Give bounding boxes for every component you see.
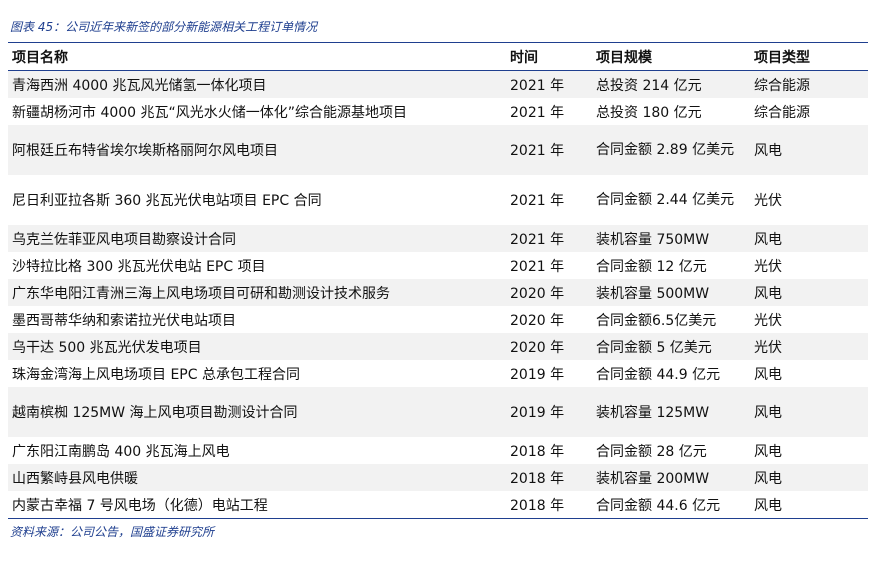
- cell-scale: 装机容量 125MW: [592, 387, 750, 437]
- cell-project-name: 越南槟椥 125MW 海上风电项目勘测设计合同: [8, 387, 506, 437]
- table-row: 新疆胡杨河市 4000 兆瓦“风光水火储一体化”综合能源基地项目 2021 年 …: [8, 98, 868, 125]
- cell-project-name: 新疆胡杨河市 4000 兆瓦“风光水火储一体化”综合能源基地项目: [12, 104, 408, 121]
- table-row: 阿根廷丘布特省埃尔埃斯格丽阿尔风电项目 2021 年 合同金额 2.89 亿美元…: [8, 125, 868, 175]
- source-note: 资料来源：公司公告，国盛证券研究所: [10, 525, 215, 539]
- cell-time: 2021 年: [510, 104, 565, 121]
- orders-table: 项目名称 时间 项目规模 项目类型 青海西洲 4000 兆瓦风光储氢一体化项目 …: [8, 43, 868, 518]
- table-row: 山西繁峙县风电供暖 2018 年 装机容量 200MW 风电: [8, 464, 868, 491]
- cell-type: 风电: [754, 366, 782, 383]
- table-row: 乌干达 500 兆瓦光伏发电项目 2020 年 合同金额 5 亿美元 光伏: [8, 333, 868, 360]
- cell-time: 2018 年: [510, 443, 565, 460]
- table-row: 广东阳江南鹏岛 400 兆瓦海上风电 2018 年 合同金额 28 亿元 风电: [8, 437, 868, 464]
- header-project-scale: 项目规模: [592, 43, 750, 71]
- cell-time: 2020 年: [506, 279, 592, 306]
- cell-scale: 合同金额 2.89 亿美元: [592, 125, 750, 175]
- cell-project-name: 乌克兰佐菲亚风电项目勘察设计合同: [8, 225, 506, 252]
- cell-scale: 装机容量 500MW: [592, 279, 750, 306]
- cell-type: 风电: [750, 464, 868, 491]
- cell-scale: 装机容量 200MW: [592, 464, 750, 491]
- table-bottom-rule: [8, 518, 868, 519]
- cell-project-name: 乌干达 500 兆瓦光伏发电项目: [8, 333, 506, 360]
- cell-scale: 合同金额 2.44 亿美元: [596, 192, 735, 208]
- cell-time: 2020 年: [506, 333, 592, 360]
- cell-project-name: 沙特拉比格 300 兆瓦光伏电站 EPC 项目: [12, 258, 266, 275]
- cell-scale: 合同金额 44.9 亿元: [596, 366, 721, 383]
- cell-project-name: 广东阳江南鹏岛 400 兆瓦海上风电: [12, 443, 230, 460]
- cell-scale: 合同金额 28 亿元: [596, 443, 707, 460]
- cell-type: 光伏: [754, 312, 782, 329]
- table-row: 青海西洲 4000 兆瓦风光储氢一体化项目 2021 年 总投资 214 亿元 …: [8, 70, 868, 98]
- table-row: 沙特拉比格 300 兆瓦光伏电站 EPC 项目 2021 年 合同金额 12 亿…: [8, 252, 868, 279]
- cell-type: 综合能源: [750, 70, 868, 98]
- cell-type: 光伏: [750, 333, 868, 360]
- orders-table-container: 项目名称 时间 项目规模 项目类型 青海西洲 4000 兆瓦风光储氢一体化项目 …: [8, 42, 868, 519]
- table-row: 尼日利亚拉各斯 360 兆瓦光伏电站项目 EPC 合同 2021 年 合同金额 …: [8, 175, 868, 225]
- cell-scale: 合同金额 44.6 亿元: [596, 497, 721, 514]
- cell-time: 2019 年: [506, 387, 592, 437]
- table-header-row: 项目名称 时间 项目规模 项目类型: [8, 43, 868, 71]
- cell-type: 光伏: [754, 193, 782, 209]
- cell-time: 2021 年: [506, 225, 592, 252]
- table-row: 珠海金湾海上风电场项目 EPC 总承包工程合同 2019 年 合同金额 44.9…: [8, 360, 868, 387]
- table-row: 内蒙古幸福 7 号风电场（化德）电站工程 2018 年 合同金额 44.6 亿元…: [8, 491, 868, 518]
- cell-time: 2021 年: [506, 125, 592, 175]
- cell-project-name: 青海西洲 4000 兆瓦风光储氢一体化项目: [8, 70, 506, 98]
- header-time: 时间: [506, 43, 592, 71]
- cell-time: 2021 年: [510, 258, 565, 275]
- cell-project-name: 墨西哥蒂华纳和索诺拉光伏电站项目: [12, 312, 236, 329]
- cell-project-name: 尼日利亚拉各斯 360 兆瓦光伏电站项目 EPC 合同: [12, 193, 322, 209]
- header-project-type: 项目类型: [750, 43, 868, 71]
- cell-type: 风电: [750, 387, 868, 437]
- cell-scale: 总投资 214 亿元: [592, 70, 750, 98]
- cell-time: 2019 年: [510, 366, 565, 383]
- cell-type: 光伏: [754, 258, 782, 275]
- table-row: 越南槟椥 125MW 海上风电项目勘测设计合同 2019 年 装机容量 125M…: [8, 387, 868, 437]
- cell-time: 2018 年: [510, 497, 565, 514]
- cell-type: 风电: [750, 125, 868, 175]
- cell-scale: 合同金额 5 亿美元: [592, 333, 750, 360]
- cell-type: 风电: [754, 497, 782, 514]
- cell-type: 风电: [750, 279, 868, 306]
- cell-scale: 总投资 180 亿元: [596, 104, 702, 121]
- cell-project-name: 山西繁峙县风电供暖: [8, 464, 506, 491]
- cell-project-name: 阿根廷丘布特省埃尔埃斯格丽阿尔风电项目: [8, 125, 506, 175]
- cell-time: 2018 年: [506, 464, 592, 491]
- cell-type: 风电: [750, 225, 868, 252]
- cell-project-name: 内蒙古幸福 7 号风电场（化德）电站工程: [12, 497, 268, 514]
- cell-time: 2021 年: [506, 70, 592, 98]
- header-project-name: 项目名称: [8, 43, 506, 71]
- table-row: 乌克兰佐菲亚风电项目勘察设计合同 2021 年 装机容量 750MW 风电: [8, 225, 868, 252]
- cell-scale: 合同金额6.5亿美元: [596, 312, 717, 329]
- cell-project-name: 珠海金湾海上风电场项目 EPC 总承包工程合同: [12, 366, 300, 383]
- cell-type: 风电: [754, 443, 782, 460]
- table-row: 墨西哥蒂华纳和索诺拉光伏电站项目 2020 年 合同金额6.5亿美元 光伏: [8, 306, 868, 333]
- cell-project-name: 广东华电阳江青洲三海上风电场项目可研和勘测设计技术服务: [8, 279, 506, 306]
- cell-time: 2020 年: [510, 312, 565, 329]
- cell-scale: 合同金额 12 亿元: [596, 258, 707, 275]
- cell-time: 2021 年: [510, 193, 565, 209]
- table-row: 广东华电阳江青洲三海上风电场项目可研和勘测设计技术服务 2020 年 装机容量 …: [8, 279, 868, 306]
- table-caption: 图表 45：公司近年来新签的部分新能源相关工程订单情况: [10, 20, 318, 34]
- cell-scale: 装机容量 750MW: [592, 225, 750, 252]
- cell-type: 综合能源: [754, 104, 810, 121]
